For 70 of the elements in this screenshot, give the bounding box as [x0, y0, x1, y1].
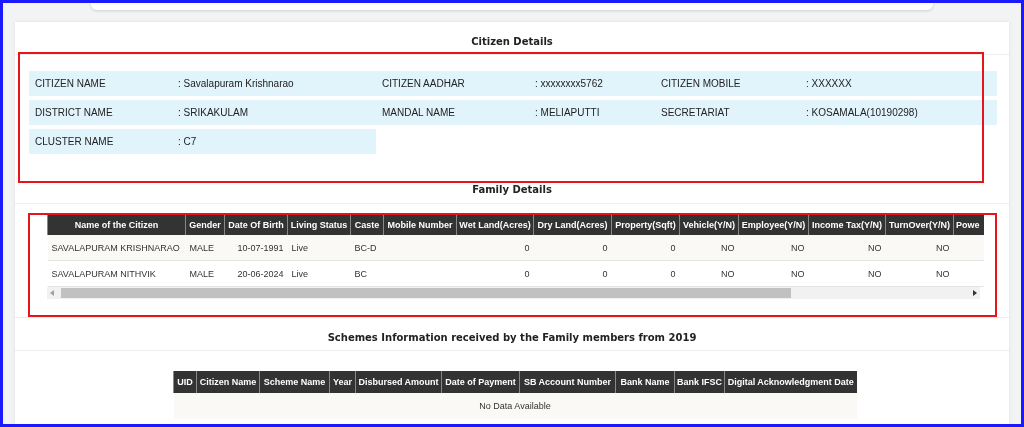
field-value: : XXXXXX	[806, 71, 997, 96]
column-header: Disbursed Amount	[355, 371, 442, 393]
table-cell: NO	[738, 235, 809, 261]
scroll-right-icon[interactable]	[972, 290, 977, 296]
table-cell: NO	[808, 235, 886, 261]
table-cell: NO	[738, 260, 809, 287]
table-cell: Live	[287, 260, 351, 287]
field-value: : C7	[178, 129, 376, 154]
column-header: Bank Name	[615, 371, 675, 393]
column-header: Employee(Y/N)	[738, 215, 809, 235]
empty-message: No Data Available	[479, 401, 551, 411]
scrollbar-thumb[interactable]	[61, 288, 791, 298]
field-label: MANDAL NAME	[376, 100, 535, 125]
column-header: Living Status	[287, 215, 351, 235]
table-cell: NO	[679, 235, 739, 261]
column-header: Wet Land(Acres)	[456, 215, 534, 235]
table-cell: 20-06-2024	[224, 260, 288, 287]
table-cell: Live	[287, 235, 351, 261]
column-header: Caste	[350, 215, 384, 235]
section-title: Citizen Details	[15, 36, 1009, 55]
column-header: Digital Acknowledgment Date	[724, 371, 857, 393]
field-label: SECRETARIAT	[655, 100, 806, 125]
table-cell: 0	[533, 260, 612, 287]
column-header: TurnOver(Y/N)	[885, 215, 954, 235]
scroll-left-icon[interactable]	[50, 290, 55, 296]
field-label: CITIZEN MOBILE	[655, 71, 806, 96]
table-cell: 10-07-1991	[224, 235, 288, 261]
field-value: : xxxxxxxx5762	[535, 71, 655, 96]
column-header: Name of the Citizen	[47, 215, 186, 235]
column-header: Property(Sqft)	[611, 215, 680, 235]
column-header: Gender	[185, 215, 225, 235]
table-cell: BC	[350, 260, 384, 287]
field-value: : MELIAPUTTI	[535, 100, 655, 125]
table-cell: NO	[885, 235, 954, 261]
column-header: Dry Land(Acres)	[533, 215, 612, 235]
field-label: CITIZEN AADHAR	[376, 71, 535, 96]
column-header: SB Account Number	[519, 371, 616, 393]
section-title: Schemes Information received by the Family members from 2019	[15, 332, 1009, 351]
column-header: Bank IFSC	[674, 371, 725, 393]
table-cell: 0	[456, 235, 534, 261]
field-label: CITIZEN NAME	[29, 71, 178, 96]
table-cell: 0	[611, 260, 680, 287]
table-cell: NO	[808, 260, 886, 287]
column-header: Mobile Number	[383, 215, 457, 235]
section-title: Family Details	[15, 184, 1009, 204]
field-label: DISTRICT NAME	[29, 100, 178, 125]
table-cell: 0	[533, 235, 612, 261]
table-cell: 0	[456, 260, 534, 287]
table-cell: NO	[679, 260, 739, 287]
table-cell: MALE	[185, 260, 225, 287]
column-header: Citizen Name	[196, 371, 260, 393]
field-label: CLUSTER NAME	[29, 129, 178, 154]
column-header: Year	[329, 371, 356, 393]
column-header: Vehicle(Y/N)	[679, 215, 739, 235]
column-header: Date Of Birth	[224, 215, 288, 235]
table-cell: SAVALAPURAM KRISHNARAO	[47, 235, 186, 261]
field-value: : Savalapuram Krishnarao	[178, 71, 376, 96]
column-header: Scheme Name	[259, 371, 330, 393]
table-cell: MALE	[185, 235, 225, 261]
column-header: Date of Payment	[441, 371, 520, 393]
table-cell: BC-D	[350, 235, 384, 261]
table-cell: 0	[611, 235, 680, 261]
horizontal-scrollbar[interactable]	[47, 287, 980, 299]
column-header: UID	[173, 371, 197, 393]
table-cell: SAVALAPURAM NITHVIK	[47, 260, 186, 287]
column-header: Powe	[953, 215, 984, 235]
column-header: Income Tax(Y/N)	[808, 215, 886, 235]
table-cell: NO	[885, 260, 954, 287]
field-value: : SRIKAKULAM	[178, 100, 376, 125]
field-value: : KOSAMALA(10190298)	[806, 100, 997, 125]
